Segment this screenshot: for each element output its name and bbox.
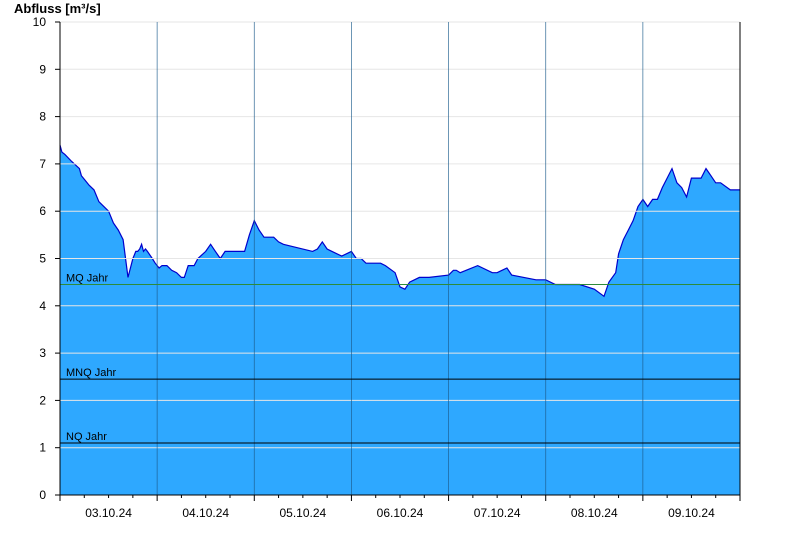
reference-line-label: MNQ Jahr [66, 367, 116, 379]
y-tick-label: 1 [39, 441, 46, 455]
x-tick-label: 06.10.24 [377, 506, 424, 520]
reference-line-label: MQ Jahr [66, 273, 109, 285]
y-tick-label: 5 [39, 252, 46, 266]
y-tick-label: 3 [39, 346, 46, 360]
y-tick-label: 6 [39, 204, 46, 218]
x-tick-label: 04.10.24 [182, 506, 229, 520]
x-tick-label: 05.10.24 [279, 506, 326, 520]
x-tick-label: 08.10.24 [571, 506, 618, 520]
x-tick-label: 09.10.24 [668, 506, 715, 520]
y-tick-label: 9 [39, 62, 46, 76]
reference-line-label: NQ Jahr [66, 431, 107, 443]
x-tick-label: 07.10.24 [474, 506, 521, 520]
y-tick-label: 8 [39, 110, 46, 124]
y-tick-label: 2 [39, 393, 46, 407]
x-tick-label: 03.10.24 [85, 506, 132, 520]
y-tick-label: 7 [39, 157, 46, 171]
discharge-chart: MQ Jahr MNQ Jahr NQ Jahr 0 1 2 3 4 5 6 7 8 9 10 03.10… [33, 15, 741, 520]
y-tick-label: 0 [39, 488, 46, 502]
y-tick-label: 10 [33, 15, 47, 29]
y-tick-label: 4 [39, 299, 46, 313]
